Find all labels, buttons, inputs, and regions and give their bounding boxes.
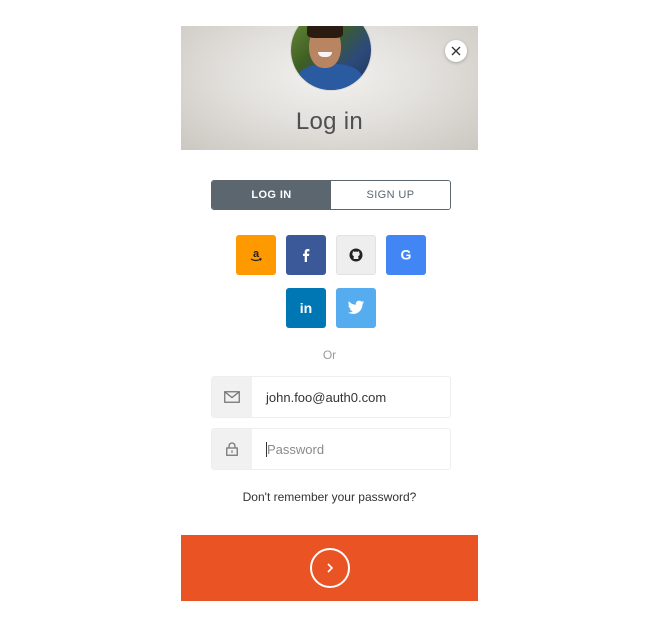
widget-header: Log in	[181, 26, 478, 150]
google-login-button[interactable]: G	[386, 235, 426, 275]
twitter-icon	[347, 300, 365, 314]
page-title: Log in	[295, 108, 364, 135]
auth-tabs: LOG IN SIGN UP	[211, 180, 451, 210]
twitter-login-button[interactable]	[336, 288, 376, 328]
svg-text:G: G	[401, 247, 412, 263]
email-input[interactable]: john.foo@auth0.com	[252, 377, 450, 417]
facebook-icon	[303, 249, 310, 262]
tab-login[interactable]: LOG IN	[212, 181, 331, 209]
close-button[interactable]	[445, 40, 467, 62]
amazon-icon: a	[250, 248, 262, 262]
svg-text:in: in	[300, 300, 312, 316]
google-icon: G	[401, 247, 412, 263]
svg-text:a: a	[253, 248, 260, 260]
amazon-login-button[interactable]: a	[236, 235, 276, 275]
close-icon	[451, 46, 461, 56]
user-avatar	[291, 26, 371, 90]
password-input[interactable]: Password	[266, 441, 324, 457]
facebook-login-button[interactable]	[286, 235, 326, 275]
linkedin-icon: in	[300, 300, 312, 316]
forgot-password-link[interactable]: Don't remember your password?	[181, 490, 478, 504]
email-field[interactable]: john.foo@auth0.com	[211, 376, 451, 418]
chevron-right-icon	[326, 563, 333, 573]
lock-icon	[226, 442, 238, 456]
submit-button[interactable]	[181, 535, 478, 601]
envelope-icon	[224, 391, 240, 403]
linkedin-login-button[interactable]: in	[286, 288, 326, 328]
login-widget: Log in LOG IN SIGN UP a G in Or john.foo…	[181, 26, 478, 601]
github-icon	[349, 248, 363, 262]
separator-text: Or	[322, 348, 337, 362]
password-field[interactable]: Password	[211, 428, 451, 470]
tab-signup[interactable]: SIGN UP	[331, 181, 450, 209]
github-login-button[interactable]	[336, 235, 376, 275]
